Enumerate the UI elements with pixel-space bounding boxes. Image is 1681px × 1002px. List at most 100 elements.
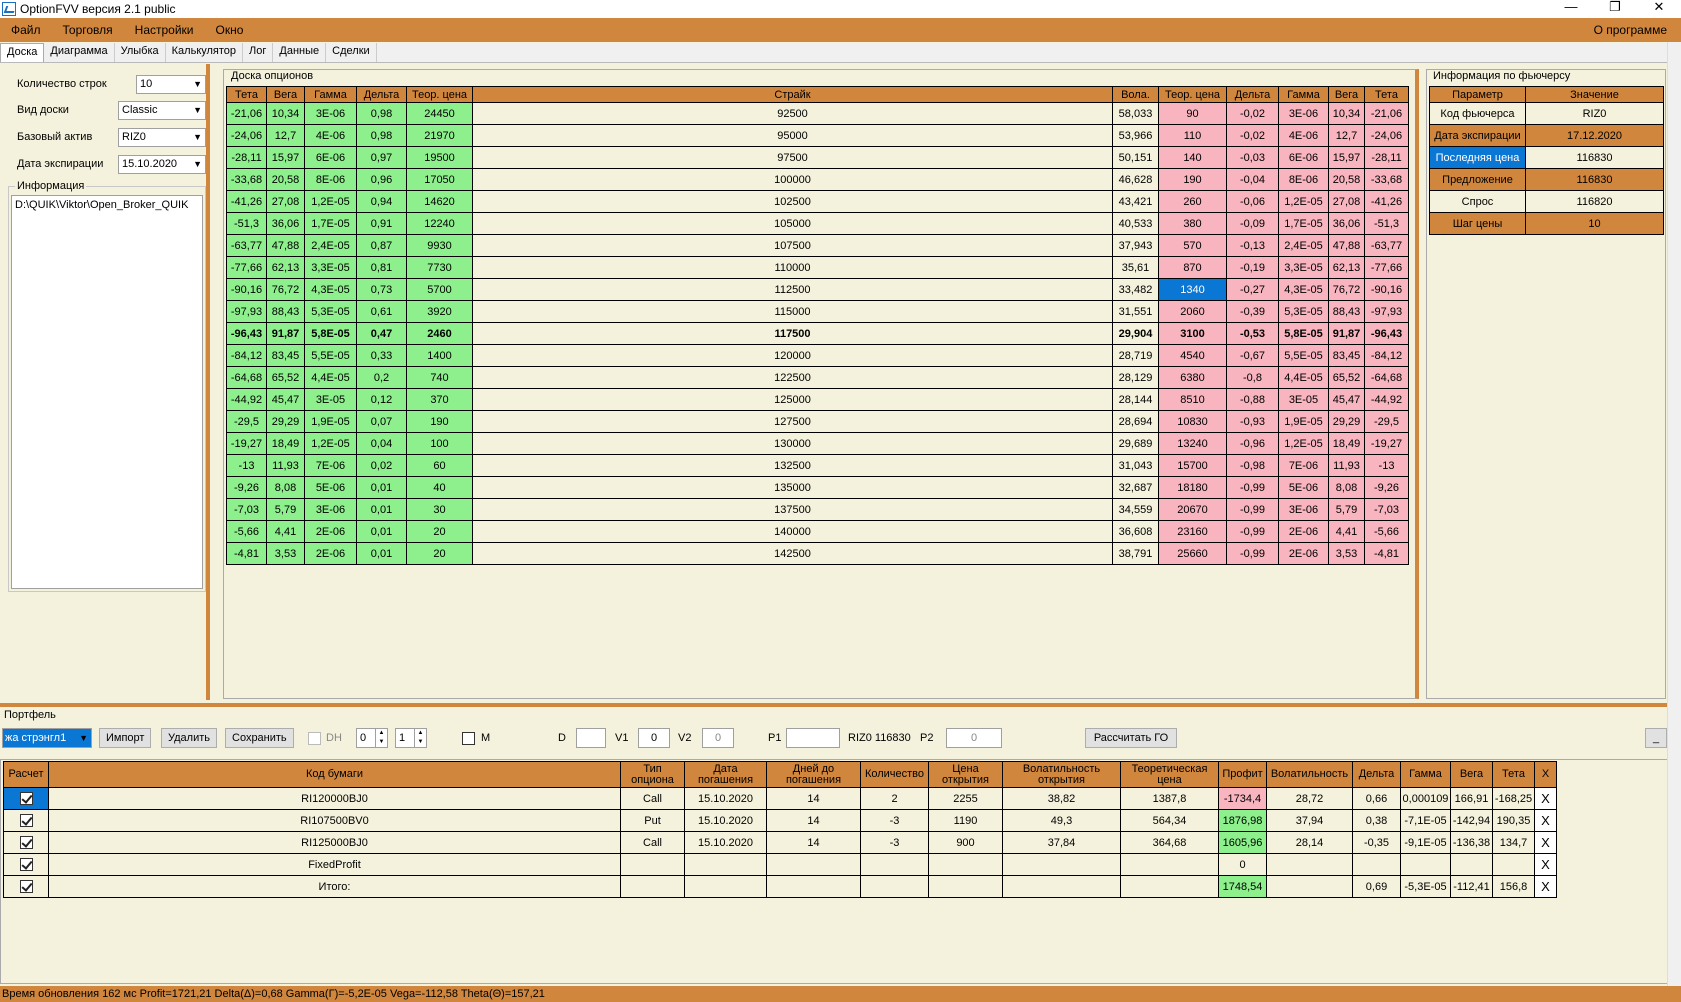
- portfolio-cell[interactable]: 49,3: [1002, 809, 1121, 832]
- board-cell[interactable]: 1,7E-05: [304, 212, 357, 235]
- board-cell[interactable]: 0,91: [356, 212, 407, 235]
- expiration-select[interactable]: 15.10.2020 ▼: [118, 155, 206, 174]
- remove-row-button[interactable]: X: [1534, 809, 1557, 832]
- board-cell[interactable]: 130000: [472, 432, 1113, 455]
- futures-param[interactable]: Предложение: [1429, 168, 1526, 191]
- board-cell[interactable]: 15700: [1158, 454, 1227, 477]
- spin-arrows-icon[interactable]: ▲ ▼: [375, 729, 387, 747]
- board-cell[interactable]: 46,628: [1112, 168, 1159, 191]
- board-cell[interactable]: -0,04: [1226, 168, 1279, 191]
- portfolio-cell[interactable]: -136,38: [1450, 831, 1493, 854]
- board-cell[interactable]: 0,98: [356, 124, 407, 147]
- board-cell[interactable]: 0,94: [356, 190, 407, 213]
- board-cell[interactable]: -63,77: [1364, 234, 1409, 257]
- vertical-scrollbar[interactable]: [1667, 42, 1681, 986]
- board-cell[interactable]: 2E-06: [304, 542, 357, 565]
- close-button[interactable]: ✕: [1637, 0, 1681, 18]
- futures-value[interactable]: 17.12.2020: [1525, 124, 1664, 147]
- board-cell[interactable]: 110: [1158, 124, 1227, 147]
- board-cell[interactable]: 2E-06: [304, 520, 357, 543]
- board-cell[interactable]: 5700: [406, 278, 473, 301]
- board-cell[interactable]: -7,03: [226, 498, 267, 521]
- board-cell[interactable]: 3,3E-05: [1278, 256, 1329, 279]
- board-cell[interactable]: -7,03: [1364, 498, 1409, 521]
- board-cell[interactable]: 43,421: [1112, 190, 1159, 213]
- board-cell[interactable]: 36,06: [1328, 212, 1365, 235]
- portfolio-cell[interactable]: FixedProfit: [48, 853, 621, 876]
- portfolio-select[interactable]: жа стрэнгл1 ▼: [2, 728, 92, 748]
- portfolio-cell[interactable]: 564,34: [1120, 809, 1219, 832]
- board-cell[interactable]: -21,06: [226, 102, 267, 125]
- portfolio-cell[interactable]: 14: [766, 787, 861, 810]
- portfolio-cell[interactable]: [620, 853, 685, 876]
- portfolio-cell[interactable]: 0,66: [1352, 787, 1401, 810]
- board-cell[interactable]: 28,129: [1112, 366, 1159, 389]
- futures-param[interactable]: Спрос: [1429, 190, 1526, 213]
- board-cell[interactable]: 6E-06: [1278, 146, 1329, 169]
- board-header[interactable]: Тета: [1364, 86, 1409, 103]
- board-header[interactable]: Гамма: [1278, 86, 1329, 103]
- portfolio-cell[interactable]: -142,94: [1450, 809, 1493, 832]
- board-cell[interactable]: 12240: [406, 212, 473, 235]
- board-cell[interactable]: 20: [406, 520, 473, 543]
- calc-checkbox[interactable]: [19, 858, 33, 871]
- futures-param[interactable]: Код фьючерса: [1429, 102, 1526, 125]
- board-cell[interactable]: 3E-06: [1278, 498, 1329, 521]
- board-cell[interactable]: 28,694: [1112, 410, 1159, 433]
- p2-field[interactable]: 0: [946, 728, 1002, 748]
- board-cell[interactable]: -96,43: [1364, 322, 1409, 345]
- board-cell[interactable]: 10,34: [266, 102, 305, 125]
- board-cell[interactable]: -28,11: [1364, 146, 1409, 169]
- board-cell[interactable]: 0,33: [356, 344, 407, 367]
- portfolio-cell[interactable]: 37,94: [1266, 809, 1353, 832]
- board-cell[interactable]: 2,4E-05: [304, 234, 357, 257]
- board-cell[interactable]: 5,8E-05: [1278, 322, 1329, 345]
- board-cell[interactable]: 17050: [406, 168, 473, 191]
- portfolio-cell[interactable]: 14: [766, 809, 861, 832]
- calculate-margin-button[interactable]: Рассчитать ГО: [1085, 728, 1177, 748]
- board-cell[interactable]: -9,26: [1364, 476, 1409, 499]
- portfolio-header[interactable]: Теоретическая цена: [1120, 761, 1219, 788]
- board-cell[interactable]: 870: [1158, 256, 1227, 279]
- board-cell[interactable]: 4,4E-05: [1278, 366, 1329, 389]
- spin-arrows-icon[interactable]: ▲ ▼: [414, 729, 426, 747]
- board-cell[interactable]: 0,01: [356, 476, 407, 499]
- board-cell[interactable]: -0,99: [1226, 542, 1279, 565]
- board-cell[interactable]: 25660: [1158, 542, 1227, 565]
- board-cell[interactable]: 5,3E-05: [304, 300, 357, 323]
- board-cell[interactable]: -84,12: [226, 344, 267, 367]
- portfolio-header[interactable]: Вега: [1450, 761, 1493, 788]
- portfolio-cell[interactable]: 15.10.2020: [684, 787, 767, 810]
- portfolio-cell[interactable]: [766, 853, 861, 876]
- futures-param[interactable]: Последняя цена: [1429, 146, 1526, 169]
- board-cell[interactable]: 0,96: [356, 168, 407, 191]
- portfolio-cell[interactable]: [684, 875, 767, 898]
- board-cell[interactable]: 24450: [406, 102, 473, 125]
- board-cell[interactable]: 3920: [406, 300, 473, 323]
- board-cell[interactable]: 140000: [472, 520, 1113, 543]
- board-cell[interactable]: 20,58: [266, 168, 305, 191]
- portfolio-cell[interactable]: 14: [766, 831, 861, 854]
- portfolio-cell[interactable]: -3: [860, 809, 929, 832]
- board-cell[interactable]: 8,08: [1328, 476, 1365, 499]
- board-cell[interactable]: 740: [406, 366, 473, 389]
- board-cell[interactable]: 20670: [1158, 498, 1227, 521]
- board-cell[interactable]: 37,943: [1112, 234, 1159, 257]
- board-cell[interactable]: 2060: [1158, 300, 1227, 323]
- calc-cell[interactable]: [3, 831, 49, 854]
- board-cell[interactable]: 10830: [1158, 410, 1227, 433]
- board-cell[interactable]: 1,9E-05: [1278, 410, 1329, 433]
- rows-count-select[interactable]: 10 ▼: [136, 75, 206, 94]
- board-cell[interactable]: 142500: [472, 542, 1113, 565]
- board-cell[interactable]: 10,34: [1328, 102, 1365, 125]
- board-cell[interactable]: 0,61: [356, 300, 407, 323]
- board-cell[interactable]: 36,608: [1112, 520, 1159, 543]
- portfolio-cell[interactable]: [928, 853, 1003, 876]
- board-cell[interactable]: 102500: [472, 190, 1113, 213]
- board-cell[interactable]: 8E-06: [304, 168, 357, 191]
- portfolio-header[interactable]: Цена открытия: [928, 761, 1003, 788]
- board-cell[interactable]: -29,5: [1364, 410, 1409, 433]
- board-cell[interactable]: 100000: [472, 168, 1113, 191]
- board-cell[interactable]: 2E-06: [1278, 520, 1329, 543]
- board-cell[interactable]: -0,99: [1226, 498, 1279, 521]
